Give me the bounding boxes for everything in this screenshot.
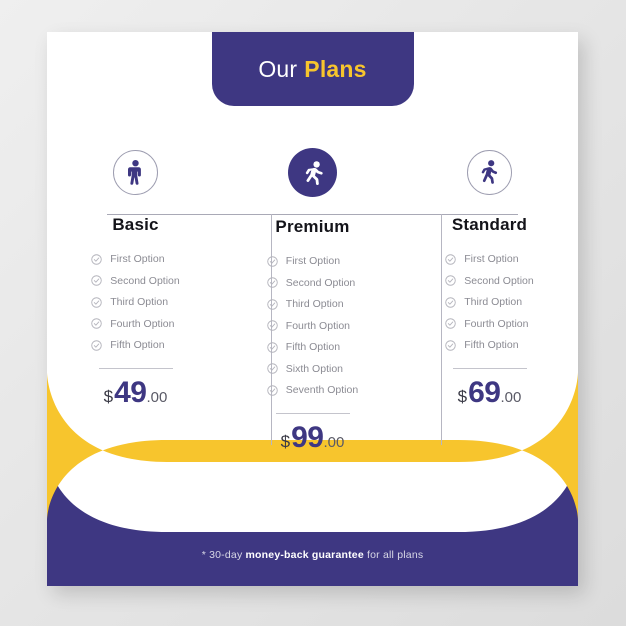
feature-item: First Option [267,255,358,267]
feature-list-standard: First Option Second Option Third Option … [445,253,534,351]
price-divider [452,368,527,369]
feature-item: Second Option [445,274,534,287]
check-circle-icon [445,339,456,351]
feature-item: Third Option [267,298,358,310]
feature-item: Sixth Option [267,363,358,375]
feature-item: Fifth Option [91,339,179,351]
check-circle-icon [445,253,456,265]
feature-item: Fourth Option [445,318,533,330]
feature-list-premium: First Option Second Option Third Option … [267,255,358,396]
header-banner: Our Plans [211,32,414,106]
plan-title: Premium [275,217,350,236]
feature-label: Second Option [110,274,180,287]
check-circle-icon [267,277,278,288]
feature-label: Third Option [110,296,169,308]
price-cents: .00 [500,389,522,406]
guarantee-note: * 30-day money-back guarantee for all pl… [47,549,578,561]
check-circle-icon [445,296,456,308]
check-circle-icon [91,296,102,308]
feature-label: First Option [110,253,165,265]
price-cents: .00 [323,434,345,451]
guarantee-prefix: * 30-day [201,549,246,561]
banner-title-light: Our [258,55,298,82]
check-circle-icon [91,275,102,286]
feature-label: Third Option [464,296,523,308]
price-currency: $ [457,387,468,406]
feature-label: First Option [285,255,341,267]
feature-label: Second Option [285,276,356,289]
feature-item: First Option [91,253,179,265]
feature-label: Fifth Option [285,341,341,353]
plan-price-basic: $ 49 .00 [104,376,168,410]
feature-list-basic: First Option Second Option Third Option … [91,253,180,351]
feature-label: Fourth Option [285,319,350,332]
person-standing-icon [113,150,158,195]
banner-title-bold: Plans [304,55,367,82]
price-cents: .00 [146,389,168,406]
plan-title: Basic [112,215,159,234]
price-amount: 49 [114,376,147,409]
feature-label: Fourth Option [110,317,175,330]
check-circle-icon [91,339,102,351]
feature-item: Seventh Option [267,384,358,396]
guarantee-emphasis: money-back guarantee [245,549,364,561]
plan-price-premium: $ 99 .00 [281,421,345,455]
feature-label: Fourth Option [464,317,529,330]
check-circle-icon [91,253,102,265]
price-divider [98,368,173,369]
check-circle-icon [267,384,278,396]
plans-row: Basic First Option Second Option Third O… [47,148,578,455]
price-amount: 99 [291,421,324,454]
feature-label: Sixth Option [285,362,343,375]
feature-item: Third Option [445,296,533,308]
price-currency: $ [103,387,114,406]
purple-curve-shape [47,452,578,586]
person-running-icon [288,148,337,197]
plan-column-standard[interactable]: Standard First Option Second Option Thir… [401,150,578,410]
feature-label: Fifth Option [110,339,165,351]
plan-title: Standard [451,215,528,234]
check-circle-icon [267,363,278,374]
plan-column-premium[interactable]: Premium First Option Second Option Third… [224,148,401,455]
feature-item: Second Option [91,274,180,287]
check-circle-icon [267,341,278,353]
person-walking-icon [467,150,512,195]
check-circle-icon [267,255,278,267]
feature-item: Second Option [267,277,358,289]
feature-item: Fourth Option [91,318,179,330]
price-divider [275,413,350,414]
feature-item: Fourth Option [267,320,358,332]
feature-item: First Option [445,253,533,265]
plan-column-basic[interactable]: Basic First Option Second Option Third O… [47,150,224,410]
feature-item: Fifth Option [445,339,533,351]
feature-label: First Option [464,253,519,265]
check-circle-icon [445,318,456,329]
guarantee-suffix: for all plans [363,549,424,561]
feature-label: Third Option [285,298,344,310]
check-circle-icon [445,275,456,286]
feature-label: Seventh Option [285,384,359,396]
feature-item: Third Option [91,296,179,308]
price-currency: $ [280,432,291,451]
page-backdrop: Our Plans Basic First Option Second Opti… [0,0,626,626]
pricing-card: Our Plans Basic First Option Second Opti… [47,32,578,586]
feature-label: Fifth Option [464,339,519,351]
check-circle-icon [267,320,278,331]
check-circle-icon [267,298,278,310]
check-circle-icon [91,318,102,329]
plan-price-standard: $ 69 .00 [458,376,522,410]
feature-item: Fifth Option [267,341,358,353]
price-amount: 69 [468,376,501,409]
feature-label: Second Option [464,274,534,287]
